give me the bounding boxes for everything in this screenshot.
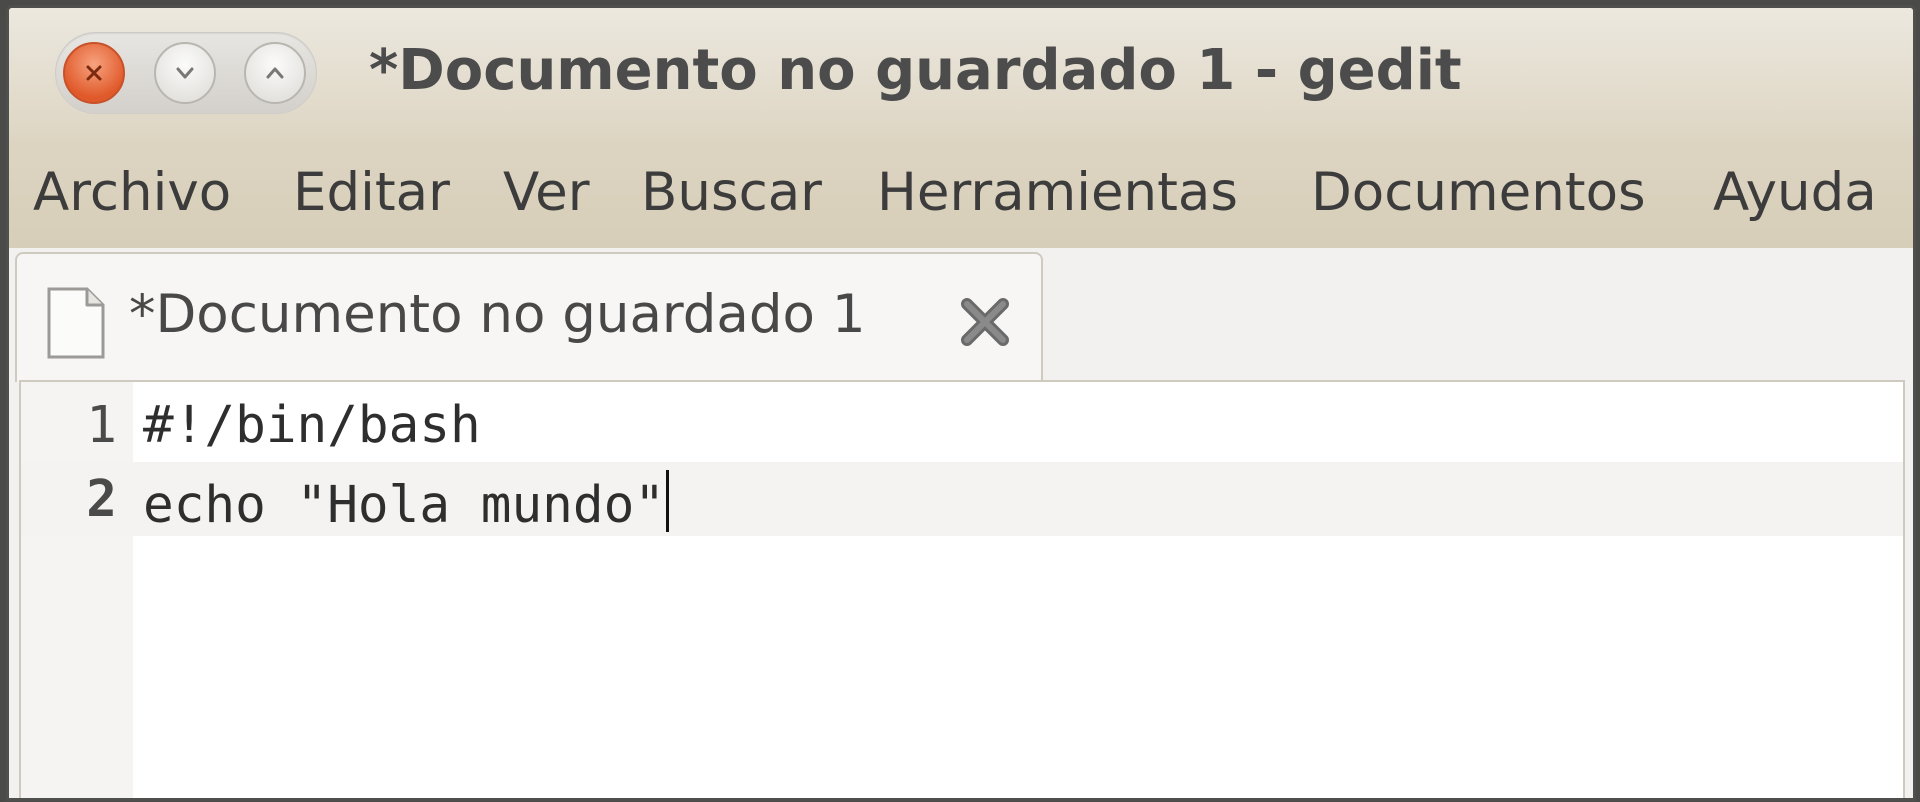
maximize-icon <box>266 67 284 79</box>
menu-ver[interactable]: Ver <box>503 162 590 223</box>
close-icon <box>86 65 102 81</box>
text-editor[interactable]: 1 #!/bin/bash 2 echo "Hola mundo" <box>19 380 1905 798</box>
menu-documentos[interactable]: Documentos <box>1311 162 1646 223</box>
minimize-window-button[interactable] <box>154 42 216 104</box>
menu-editar[interactable]: Editar <box>293 162 450 223</box>
title-bar[interactable]: *Documento no guardado 1 - gedit <box>9 8 1913 138</box>
close-window-button[interactable] <box>63 42 125 104</box>
line-number: 2 <box>86 470 117 529</box>
window-title: *Documento no guardado 1 - gedit <box>369 38 1462 103</box>
menu-bar: Archivo Editar Ver Buscar Herramientas D… <box>9 138 1913 248</box>
tab-document[interactable]: *Documento no guardado 1 <box>15 252 1043 382</box>
tab-label: *Documento no guardado 1 <box>129 284 866 345</box>
menu-ayuda[interactable]: Ayuda <box>1713 162 1877 223</box>
text-cursor <box>665 470 669 532</box>
menu-herramientas[interactable]: Herramientas <box>877 162 1238 223</box>
maximize-window-button[interactable] <box>244 42 306 104</box>
close-tab-icon[interactable] <box>955 292 1015 352</box>
line-number: 1 <box>86 396 117 455</box>
tab-strip: *Documento no guardado 1 <box>9 248 1913 382</box>
menu-buscar[interactable]: Buscar <box>641 162 822 223</box>
line-text: #!/bin/bash <box>143 396 481 455</box>
minimize-icon <box>176 67 194 79</box>
line-text: echo "Hola mundo" <box>143 470 1903 535</box>
line-text-content: echo "Hola mundo" <box>143 476 665 535</box>
window-controls <box>55 32 317 114</box>
editor-line[interactable]: 1 #!/bin/bash <box>21 388 1903 462</box>
document-icon <box>47 287 105 359</box>
gedit-window: *Documento no guardado 1 - gedit Archivo… <box>6 5 1916 801</box>
menu-archivo[interactable]: Archivo <box>33 162 231 223</box>
editor-line-current[interactable]: 2 echo "Hola mundo" <box>21 462 1903 536</box>
